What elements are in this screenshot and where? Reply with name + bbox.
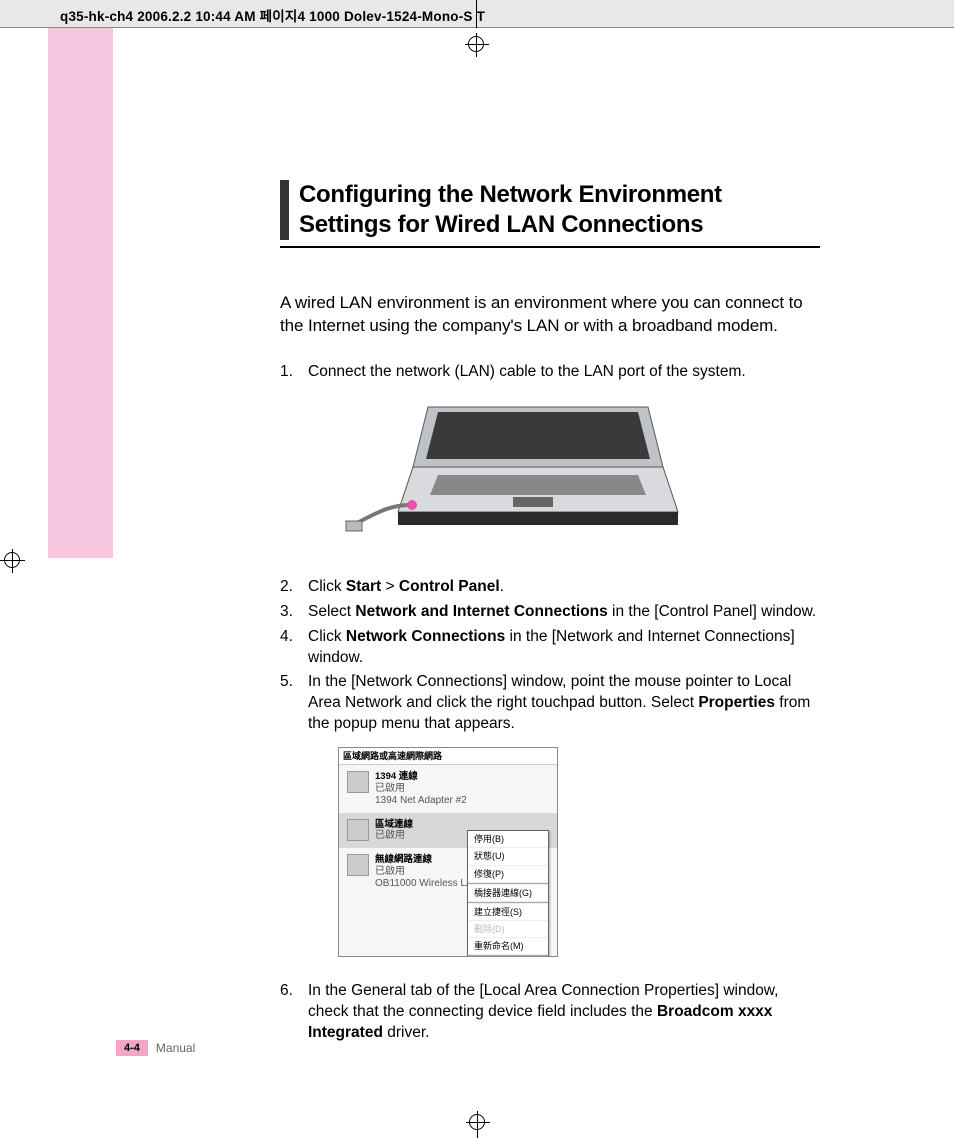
title-underline (280, 246, 820, 248)
connection-icon (347, 771, 369, 793)
step-4-bold: Network Connections (346, 628, 505, 645)
wireless-icon (347, 854, 369, 876)
step-3-bold: Network and Internet Connections (355, 603, 607, 620)
step-5-bold: Properties (698, 694, 775, 711)
title-block: Configuring the Network Environment Sett… (280, 180, 820, 240)
menu-delete: 刪除(D) (468, 921, 548, 938)
step-4: Click Network Connections in the [Networ… (280, 627, 820, 669)
dialog-item-1-sub1: 已啟用 (375, 783, 405, 794)
footer-label: Manual (156, 1041, 195, 1055)
step-2-post: . (500, 578, 504, 595)
step-2-bold1: Start (346, 578, 381, 595)
dialog-item-2-sub: 已啟用 (375, 830, 405, 841)
page-number: 4-4 (116, 1040, 148, 1056)
dialog-item-2-text: 區域連線 已啟用 (375, 819, 413, 842)
pink-margin-block (48, 28, 113, 558)
connection-icon (347, 819, 369, 841)
intro-paragraph: A wired LAN environment is an environmen… (280, 292, 820, 338)
step-3-pre: Select (308, 603, 355, 620)
page-title: Configuring the Network Environment Sett… (299, 180, 820, 240)
step-3: Select Network and Internet Connections … (280, 602, 820, 623)
step-6: In the General tab of the [Local Area Co… (280, 981, 820, 1044)
dialog-item-2-title: 區域連線 (375, 819, 413, 830)
step-3-post: in the [Control Panel] window. (608, 603, 817, 620)
page-footer: 4-4 Manual (116, 1040, 195, 1056)
dialog-item-3-text: 無線網路連線 已啟用 OB11000 Wireless LAN (375, 854, 480, 889)
menu-bridge: 橋接器連線(G) (468, 885, 548, 902)
dialog-item-1-title: 1394 連線 (375, 771, 467, 782)
menu-shortcut: 建立捷徑(S) (468, 904, 548, 921)
step-1-text: Connect the network (LAN) cable to the L… (308, 363, 746, 380)
step-2: Click Start > Control Panel. (280, 577, 820, 598)
step-1: Connect the network (LAN) cable to the L… (280, 362, 820, 547)
laptop-icon (338, 397, 718, 547)
step-2-pre: Click (308, 578, 346, 595)
laptop-figure (338, 397, 718, 547)
dialog-item-1-sub2: 1394 Net Adapter #2 (375, 795, 467, 806)
dialog-figure: 區域網路或高速網際網路 1394 連線 已啟用 1394 Net Adapter… (338, 747, 558, 957)
step-2-mid: > (381, 578, 399, 595)
dialog-item-3-sub1: 已啟用 (375, 866, 405, 877)
step-2-bold2: Control Panel (399, 578, 500, 595)
step-5: In the [Network Connections] window, poi… (280, 672, 820, 957)
print-header: q35-hk-ch4 2006.2.2 10:44 AM 페이지4 1000 D… (0, 0, 954, 28)
menu-repair: 修復(P) (468, 866, 548, 883)
dialog-titlebar: 區域網路或高速網際網路 (339, 748, 557, 765)
context-menu: 停用(B) 狀態(U) 修復(P) 橋接器連線(G) 建立捷徑(S) 刪除(D)… (467, 830, 549, 957)
page-content: Configuring the Network Environment Sett… (280, 180, 820, 1048)
dialog-item-3-sub2: OB11000 Wireless LAN (375, 878, 480, 889)
menu-status: 狀態(U) (468, 848, 548, 865)
print-header-text: q35-hk-ch4 2006.2.2 10:44 AM 페이지4 1000 D… (60, 9, 485, 24)
dialog-item-3-title: 無線網路連線 (375, 854, 480, 865)
menu-disable: 停用(B) (468, 831, 548, 848)
step-6-post: driver. (383, 1024, 430, 1041)
dialog-item-1: 1394 連線 已啟用 1394 Net Adapter #2 (339, 765, 557, 812)
menu-rename: 重新命名(M) (468, 938, 548, 955)
menu-separator (468, 955, 548, 957)
step-4-pre: Click (308, 628, 346, 645)
dialog-item-1-text: 1394 連線 已啟用 1394 Net Adapter #2 (375, 771, 467, 806)
steps-list: Connect the network (LAN) cable to the L… (280, 362, 820, 1044)
